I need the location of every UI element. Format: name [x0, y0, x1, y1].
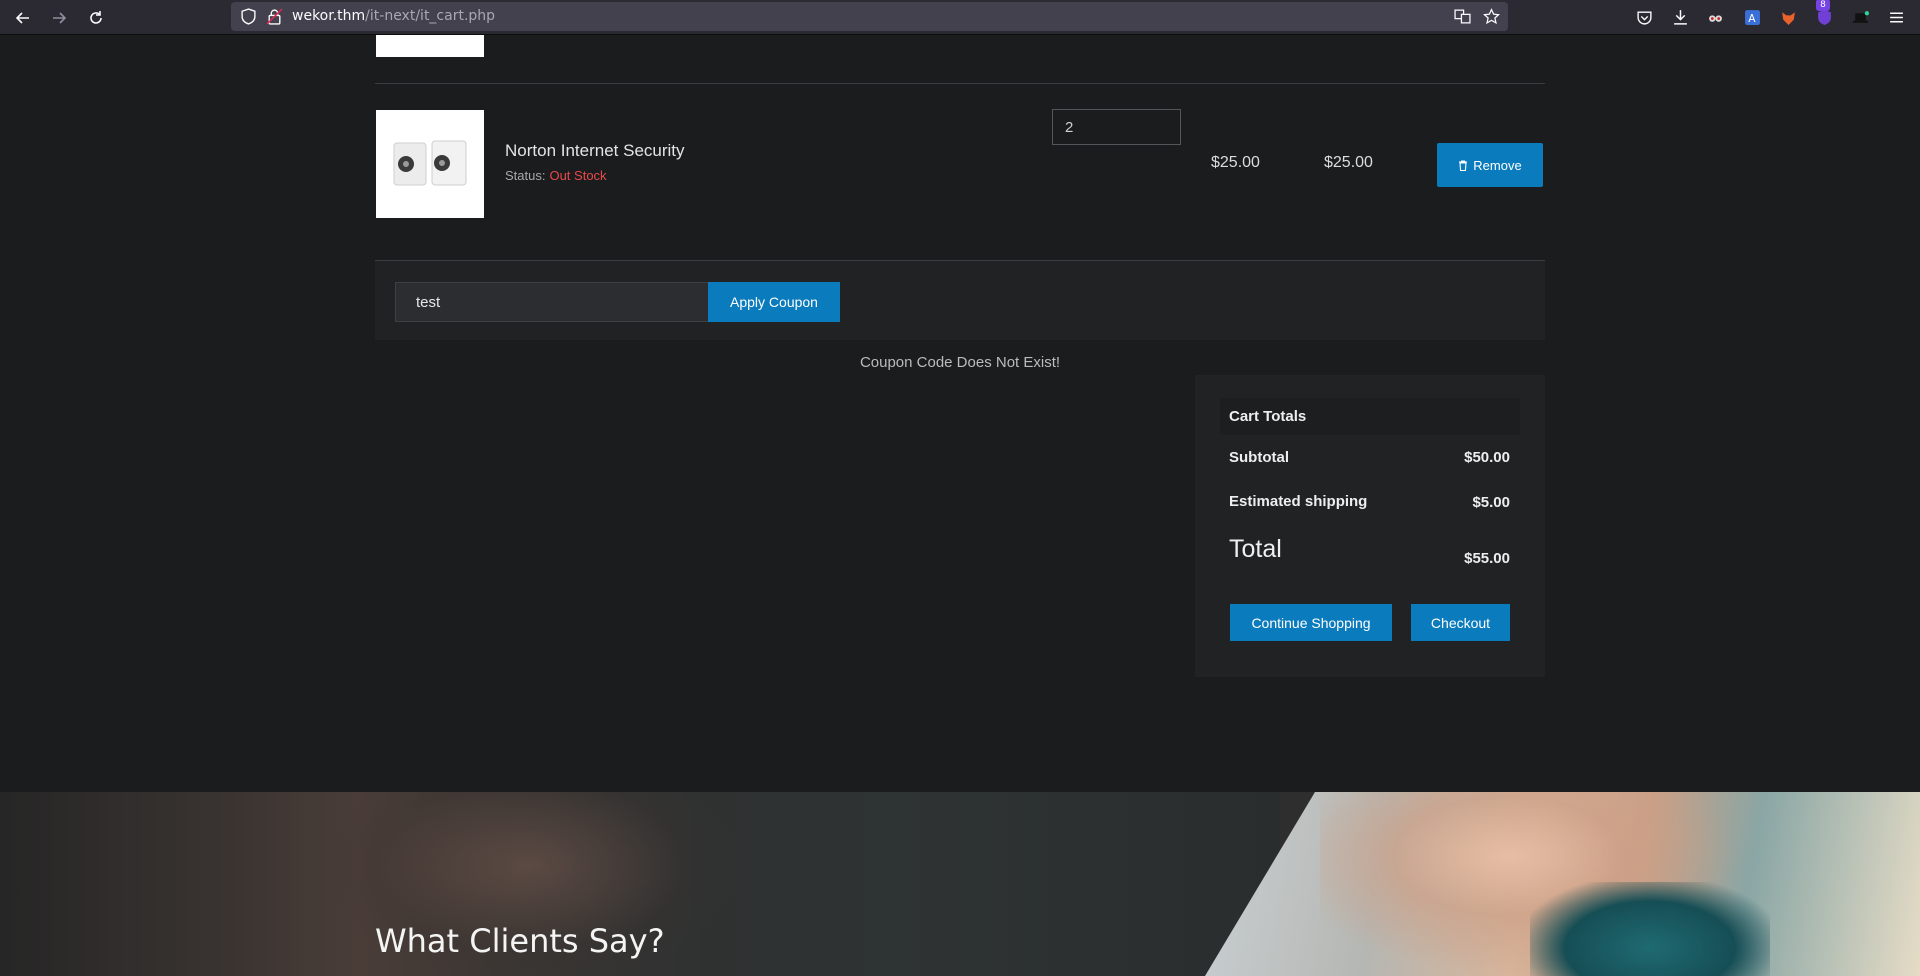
continue-shopping-button[interactable]: Continue Shopping [1230, 604, 1392, 641]
spy-extension-icon[interactable] [1703, 5, 1727, 29]
fox-extension-icon[interactable] [1776, 5, 1800, 29]
remove-button[interactable]: Remove [1437, 143, 1543, 187]
status-label: Status: [505, 168, 546, 183]
coupon-panel: Apply Coupon [375, 260, 1545, 340]
url-path: /it-next/it_cart.php [365, 8, 496, 24]
total-value: $55.00 [1464, 550, 1510, 567]
forward-arrow-icon[interactable] [46, 5, 72, 31]
cart-totals-heading: Cart Totals [1220, 398, 1520, 435]
pocket-icon[interactable] [1632, 5, 1656, 29]
hat-extension-icon[interactable] [1848, 5, 1872, 29]
testimonials-section: What Clients Say? [0, 792, 1920, 976]
shipping-label: Estimated shipping [1229, 493, 1368, 510]
unit-price: $25.00 [1211, 154, 1260, 171]
total-label: Total [1229, 535, 1282, 563]
subtotal-label: Subtotal [1229, 449, 1289, 466]
bookmark-star-icon[interactable] [1483, 8, 1500, 25]
address-bar[interactable]: wekor.thm/it-next/it_cart.php [231, 2, 1508, 31]
insecure-lock-icon[interactable] [266, 8, 283, 25]
status-value: Out Stock [549, 168, 607, 183]
speakers-image [393, 140, 467, 186]
quantity-input[interactable] [1052, 109, 1181, 145]
apply-coupon-button[interactable]: Apply Coupon [708, 282, 840, 322]
coupon-input[interactable] [395, 282, 709, 322]
svg-text:A: A [1748, 11, 1756, 24]
previous-item-thumbnail [376, 35, 484, 57]
product-name[interactable]: Norton Internet Security [505, 141, 685, 161]
testimonials-title: What Clients Say? [375, 922, 665, 960]
photo-shirt [1530, 882, 1770, 976]
checkout-button[interactable]: Checkout [1411, 604, 1510, 641]
translate-extension-icon[interactable]: A [1740, 5, 1764, 29]
cart-totals-panel: Cart Totals Subtotal $50.00 Estimated sh… [1195, 375, 1545, 677]
stock-status: Status: Out Stock [505, 168, 607, 183]
line-total: $25.00 [1324, 154, 1373, 171]
back-arrow-icon[interactable] [10, 5, 36, 31]
remove-label: Remove [1473, 157, 1522, 173]
browser-toolbar: wekor.thm/it-next/it_cart.php A 8 [0, 0, 1920, 35]
tracking-shield-icon[interactable] [240, 8, 257, 25]
shipping-value: $5.00 [1472, 494, 1510, 511]
row-divider [375, 83, 1545, 84]
url-text[interactable]: wekor.thm/it-next/it_cart.php [292, 8, 495, 24]
subtotal-value: $50.00 [1464, 449, 1510, 466]
extension-badge: 8 [1816, 0, 1830, 11]
trash-icon [1459, 159, 1468, 171]
url-host: wekor.thm [292, 8, 366, 24]
translate-icon[interactable] [1454, 8, 1471, 25]
download-icon[interactable] [1668, 5, 1692, 29]
reload-icon[interactable] [83, 5, 109, 31]
menu-icon[interactable] [1884, 5, 1908, 29]
product-image [376, 110, 484, 218]
coupon-message: Coupon Code Does Not Exist! [859, 354, 1061, 371]
